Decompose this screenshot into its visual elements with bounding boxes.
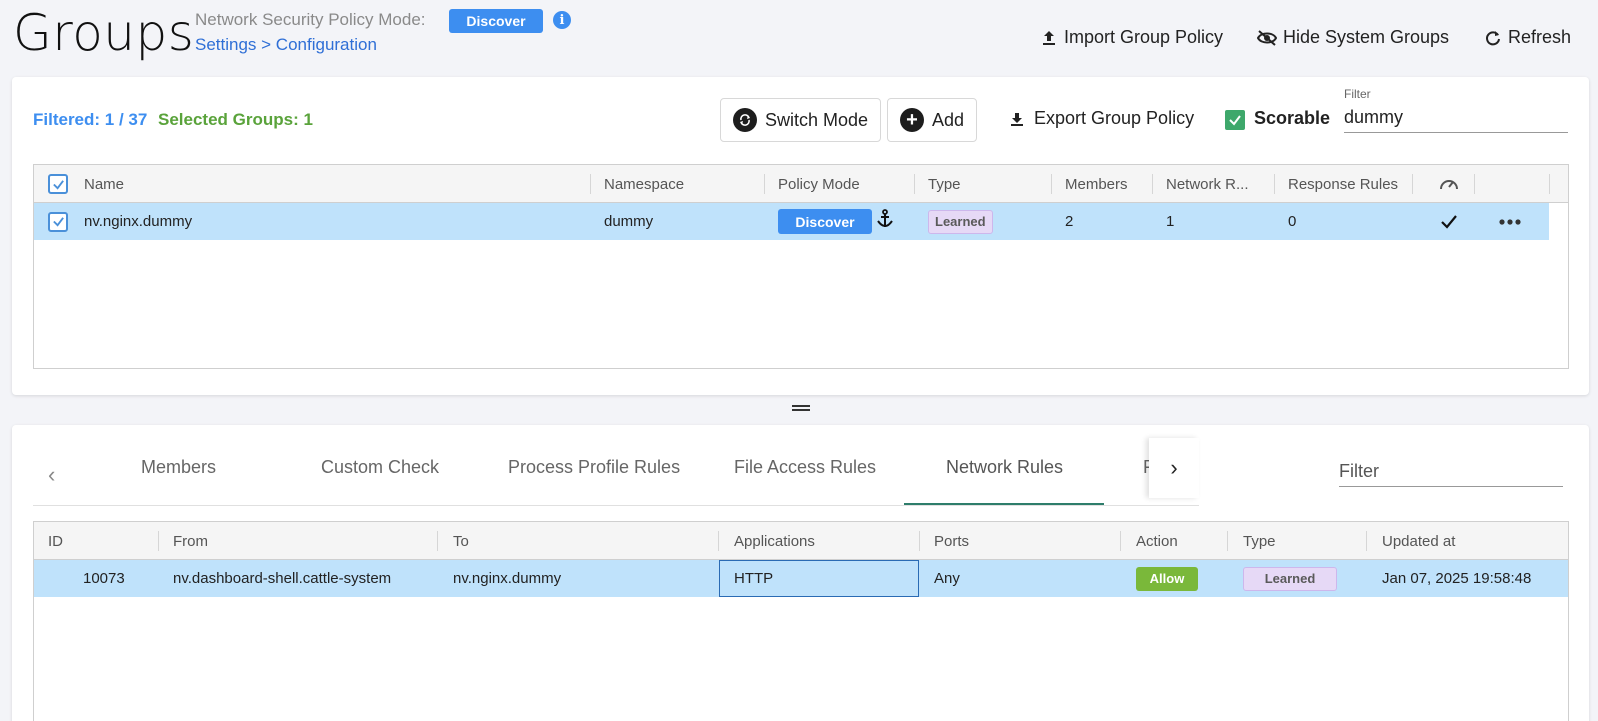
rule-action: Allow [1136, 560, 1198, 597]
add-label: Add [932, 109, 965, 130]
table-row[interactable]: 10073 nv.dashboard-shell.cattle-system n… [34, 560, 1568, 597]
policy-mode-badge[interactable]: Discover [778, 209, 872, 234]
group-policy-mode: Discover [778, 203, 894, 240]
col-network-rules[interactable]: Network R... [1166, 165, 1249, 203]
policy-mode-badge[interactable]: Discover [449, 9, 543, 33]
group-namespace: dummy [604, 213, 654, 230]
groups-table: Name Namespace Policy Mode Type Members … [33, 164, 1569, 369]
switch-mode-icon [733, 108, 757, 132]
plus-icon: + [900, 108, 924, 132]
focused-cell-outline [719, 560, 919, 597]
chevron-left-icon[interactable]: ‹ [48, 462, 55, 488]
col-namespace[interactable]: Namespace [604, 165, 684, 203]
network-rules-table: ID From To Applications Ports Action Typ… [33, 521, 1569, 721]
network-rules-header: ID From To Applications Ports Action Typ… [34, 522, 1568, 560]
rule-applications-cell[interactable]: HTTP [719, 560, 919, 597]
details-card: ‹ Members Custom Check Process Profile R… [12, 425, 1589, 721]
more-actions-icon[interactable] [1499, 203, 1521, 240]
rules-filter [1339, 455, 1563, 487]
col-policy-mode[interactable]: Policy Mode [778, 165, 860, 203]
tab-members[interactable]: Members [141, 457, 216, 497]
import-group-policy-button[interactable]: Import Group Policy [1040, 27, 1223, 48]
active-tab-indicator [904, 503, 1104, 505]
scorable-checkbox[interactable] [1225, 110, 1245, 130]
eye-off-icon [1257, 29, 1277, 46]
tab-network-rules[interactable]: Network Rules [946, 457, 1063, 497]
tabs-divider [33, 505, 1199, 506]
selected-groups-count: Selected Groups: 1 [158, 110, 313, 129]
tab-process-profile-rules[interactable]: Process Profile Rules [508, 457, 680, 497]
add-button[interactable]: + Add [887, 98, 978, 142]
col-action[interactable]: Action [1136, 522, 1178, 560]
export-group-policy-label: Export Group Policy [1034, 108, 1195, 128]
page-title: Groups [13, 4, 195, 62]
download-icon [1011, 112, 1023, 126]
gauge-icon [1439, 165, 1459, 203]
col-response-rules[interactable]: Response Rules [1288, 165, 1398, 203]
filtered-count: Filtered: 1 / 37 [33, 110, 148, 129]
refresh-button[interactable]: Refresh [1484, 27, 1571, 48]
switch-mode-button[interactable]: Switch Mode [720, 98, 882, 142]
group-network-rules: 1 [1166, 213, 1175, 230]
rule-type: Learned [1243, 560, 1337, 597]
col-id[interactable]: ID [48, 522, 63, 560]
scorable-check-icon [1440, 203, 1458, 240]
learned-badge: Learned [928, 209, 993, 234]
col-name[interactable]: Name [84, 165, 124, 203]
col-members[interactable]: Members [1065, 165, 1128, 203]
rules-filter-input[interactable] [1339, 455, 1563, 487]
hide-system-groups-button[interactable]: Hide System Groups [1257, 27, 1449, 48]
export-group-policy-button[interactable]: Export Group Policy [1008, 108, 1194, 129]
policy-mode-label: Network Security Policy Mode: [195, 10, 426, 29]
groups-card: Filtered: 1 / 37 Selected Groups: 1 Swit… [12, 77, 1589, 395]
breadcrumb[interactable]: Settings > Configuration [195, 35, 377, 55]
rule-ports: Any [934, 570, 960, 587]
table-row[interactable]: nv.nginx.dummy dummy Discover Learned 2 … [34, 203, 1549, 240]
scorable-label: Scorable [1254, 108, 1331, 128]
group-members: 2 [1065, 213, 1074, 230]
info-icon[interactable]: i [553, 11, 571, 29]
refresh-icon [1486, 30, 1500, 45]
col-updated-at[interactable]: Updated at [1382, 522, 1455, 560]
col-to[interactable]: To [453, 522, 469, 560]
select-all-checkbox[interactable] [48, 165, 68, 203]
rule-id: 10073 [83, 570, 125, 587]
groups-filter-input[interactable] [1344, 101, 1568, 133]
learned-badge: Learned [1243, 566, 1337, 591]
upload-icon [1043, 30, 1055, 45]
chevron-right-icon[interactable]: › [1149, 438, 1199, 498]
col-from[interactable]: From [173, 522, 208, 560]
rule-updated-at: Jan 07, 2025 19:58:48 [1382, 570, 1532, 587]
groups-filter-label: Filter [1344, 87, 1371, 101]
row-checkbox[interactable] [48, 203, 68, 240]
hide-system-groups-label: Hide System Groups [1283, 27, 1450, 47]
anchor-icon [877, 208, 893, 227]
rule-to: nv.nginx.dummy [453, 570, 562, 587]
tab-file-access-rules[interactable]: File Access Rules [734, 457, 876, 497]
refresh-label: Refresh [1508, 27, 1572, 47]
col-ports[interactable]: Ports [934, 522, 969, 560]
groups-filter: Filter [1344, 87, 1568, 133]
group-response-rules: 0 [1288, 213, 1297, 230]
rule-from: nv.dashboard-shell.cattle-system [173, 570, 392, 587]
panel-resize-handle[interactable] [792, 405, 810, 411]
group-name: nv.nginx.dummy [84, 213, 193, 230]
switch-mode-label: Switch Mode [765, 109, 869, 130]
allow-badge: Allow [1136, 566, 1198, 591]
groups-table-header: Name Namespace Policy Mode Type Members … [34, 165, 1568, 203]
col-type[interactable]: Type [1243, 522, 1276, 560]
import-group-policy-label: Import Group Policy [1064, 27, 1224, 47]
group-type: Learned [928, 203, 993, 240]
col-applications[interactable]: Applications [734, 522, 815, 560]
col-type[interactable]: Type [928, 165, 961, 203]
tab-custom-check[interactable]: Custom Check [321, 457, 439, 497]
